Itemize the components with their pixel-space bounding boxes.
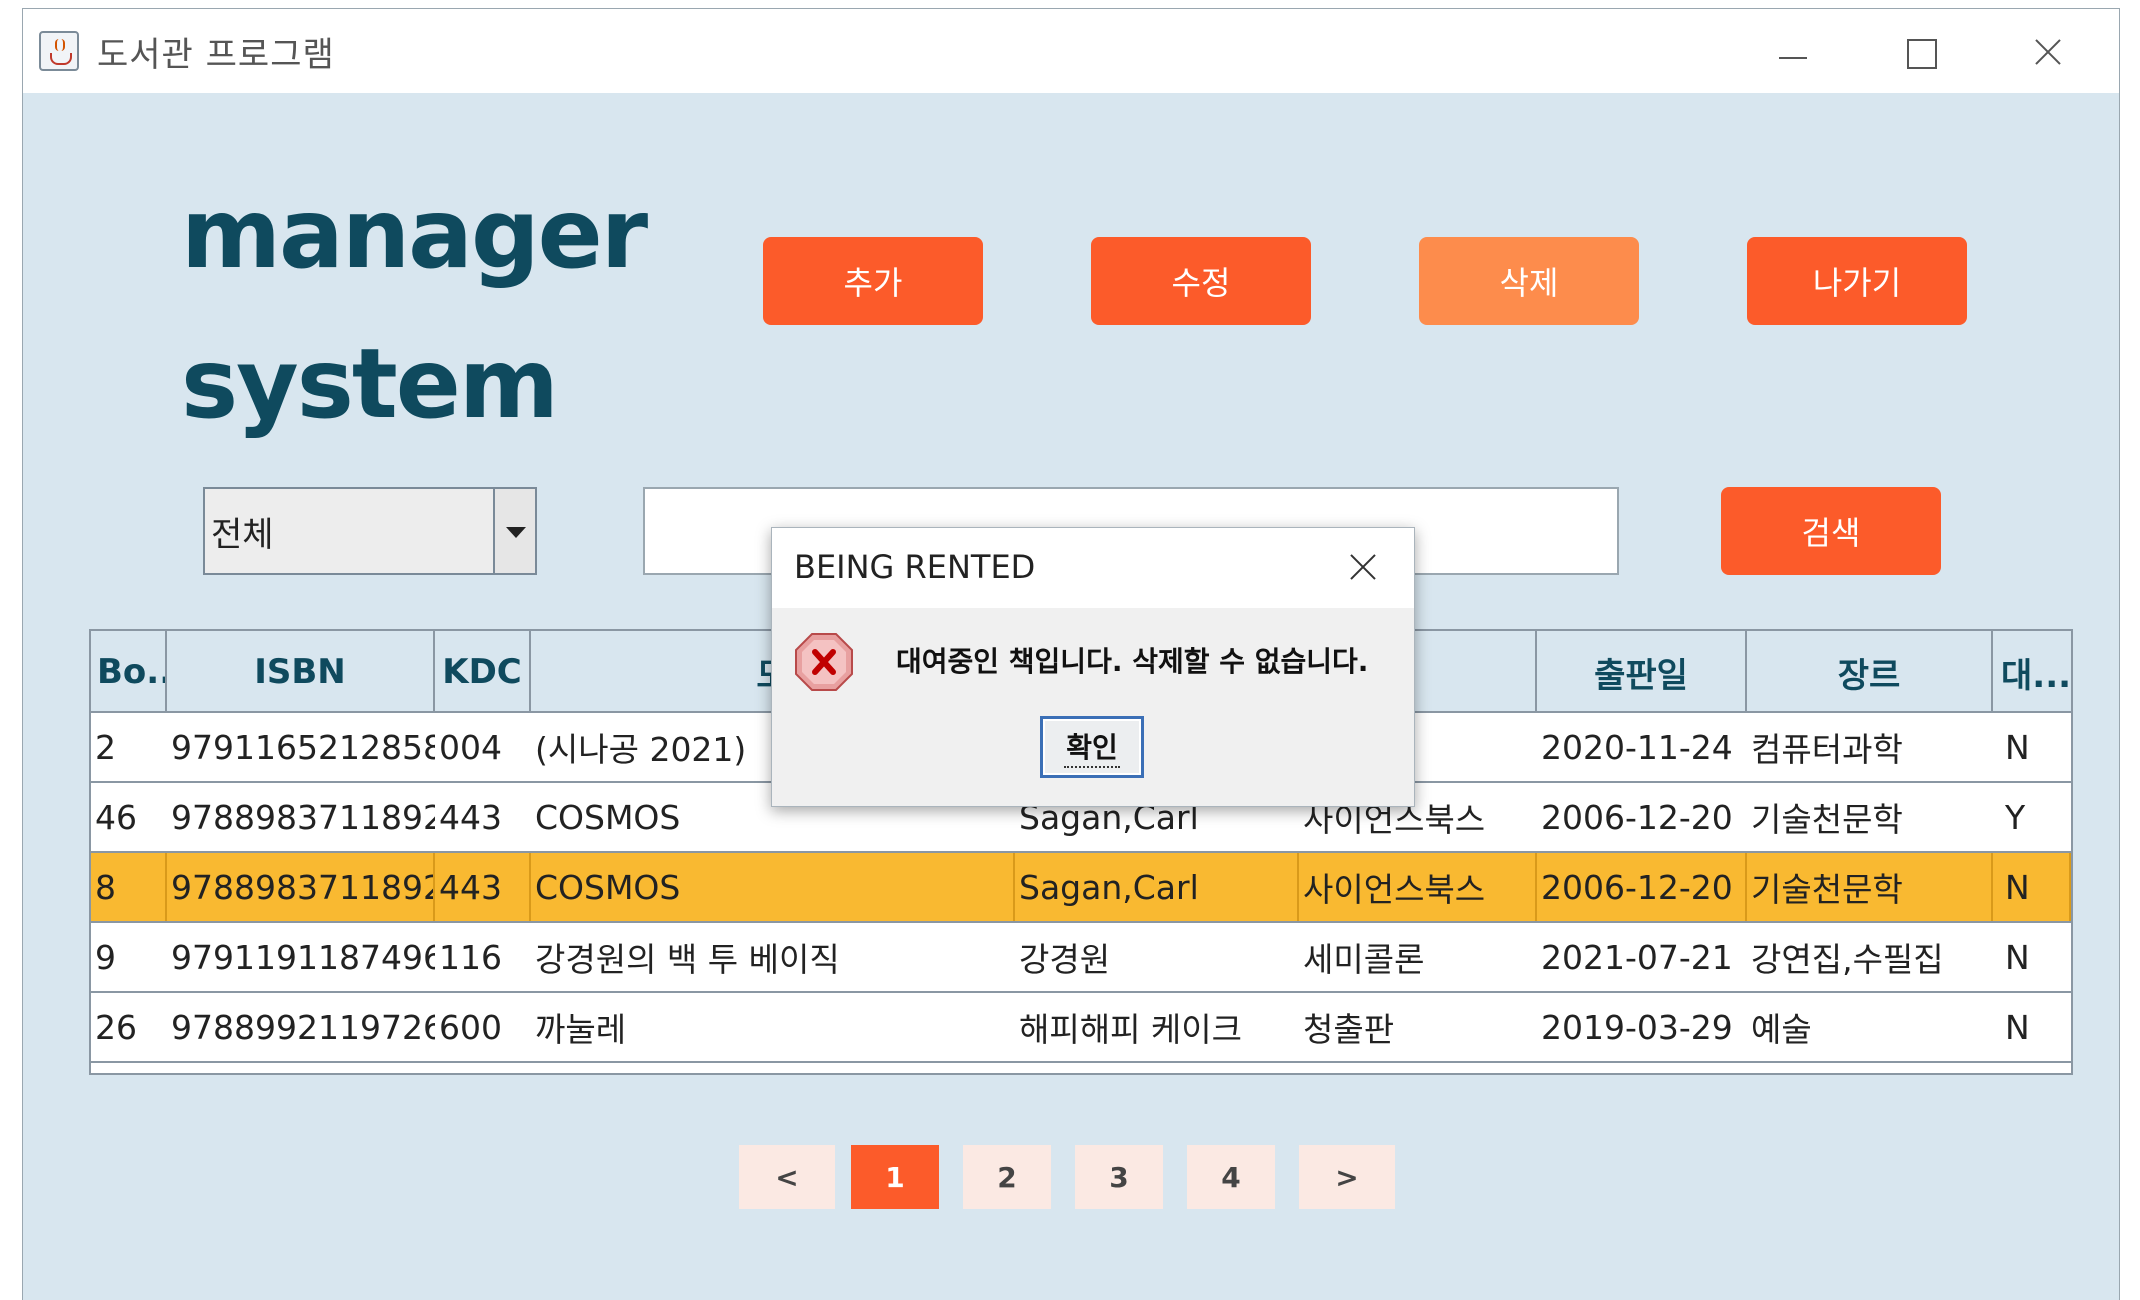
edit-button[interactable]: 수정 xyxy=(1091,237,1311,325)
table-cell: 세미콜론 xyxy=(1303,940,1425,979)
page-button[interactable]: 4 xyxy=(1187,1145,1275,1209)
table-cell: 116 xyxy=(439,937,502,977)
table-cell: 9788983711892 xyxy=(171,797,435,837)
table-cell: 004 xyxy=(439,727,502,767)
page-button[interactable]: 1 xyxy=(851,1145,939,1209)
table-cell: 443 xyxy=(439,797,502,837)
error-icon xyxy=(794,632,854,692)
table-row[interactable]: 9 9791191187496 116 강경원의 백 투 베이직 강경원 세미콜론 2021… xyxy=(91,923,2071,993)
table-cell: 9 xyxy=(95,937,116,977)
window-title: 도서관 프로그램 xyxy=(97,35,335,75)
table-cell: 8 xyxy=(91,853,167,921)
dialog-title: BEING RENTED xyxy=(794,548,1036,586)
table-cell: 443 xyxy=(435,853,531,921)
search-button[interactable]: 검색 xyxy=(1721,487,1941,575)
table-cell: 9791165212858 xyxy=(171,727,435,767)
table-cell: 청출판 xyxy=(1303,1010,1395,1049)
table-cell: 9788983711892 xyxy=(167,853,435,921)
ok-button-label: 확인 xyxy=(1064,726,1120,768)
brand-line-2: system xyxy=(181,328,559,440)
table-cell: 까눌레 xyxy=(535,1010,627,1049)
app-window: 도서관 프로그램 manager system 추가 수정 삭제 나가기 전체 … xyxy=(22,8,2120,1300)
delete-button[interactable]: 삭제 xyxy=(1419,237,1639,325)
table-cell: 컴퓨터과학 xyxy=(1751,730,1903,769)
table-cell: 강연집,수필집 xyxy=(1751,940,1944,979)
table-cell: 2006-12-20 xyxy=(1537,853,1747,921)
table-cell: COSMOS xyxy=(531,853,1015,921)
title-bar: 도서관 프로그램 xyxy=(23,9,2119,93)
column-header[interactable]: Bo... xyxy=(91,631,167,713)
exit-button[interactable]: 나가기 xyxy=(1747,237,1967,325)
table-row[interactable]: 26 9788992119726 600 까눌레 해피해피 케이크 청출판 2019-03-… xyxy=(91,993,2071,1063)
prev-page-button[interactable]: < xyxy=(739,1145,835,1209)
column-header[interactable]: ISBN xyxy=(167,631,435,713)
table-cell: 사이언스북스 xyxy=(1299,853,1537,921)
alert-dialog: BEING RENTED 대여중인 책입니다. 삭제할 수 없습니다. 확인 xyxy=(771,527,1415,807)
table-cell: N xyxy=(2005,1007,2030,1047)
brand-logo: manager system xyxy=(181,159,648,459)
table-cell: Y xyxy=(2005,797,2026,837)
column-header[interactable]: 장르 xyxy=(1747,631,1993,713)
minimize-icon[interactable] xyxy=(1761,27,1821,77)
table-cell: 강경원 xyxy=(1019,940,1111,979)
table-cell: 2 xyxy=(95,727,116,767)
category-select-value: 전체 xyxy=(211,515,274,555)
chevron-down-icon[interactable] xyxy=(493,489,535,573)
next-page-button[interactable]: > xyxy=(1299,1145,1395,1209)
column-header[interactable]: 출판일 xyxy=(1537,631,1747,713)
brand-line-1: manager xyxy=(181,178,648,290)
table-cell: 9791191187496 xyxy=(171,937,435,977)
table-cell: 2019-03-29 xyxy=(1541,1007,1733,1047)
table-cell: 해피해피 케이크 xyxy=(1019,1010,1243,1049)
table-cell: 9788992119726 xyxy=(171,1007,435,1047)
table-cell: 600 xyxy=(439,1007,502,1047)
table-cell: 강경원의 백 투 베이직 xyxy=(535,940,840,979)
page-button[interactable]: 2 xyxy=(963,1145,1051,1209)
table-cell: 2006-12-20 xyxy=(1541,797,1733,837)
add-button[interactable]: 추가 xyxy=(763,237,983,325)
column-header[interactable]: 대... xyxy=(1993,631,2071,713)
column-header[interactable]: KDC xyxy=(435,631,531,713)
table-row[interactable]: 8 9788983711892 443 COSMOS Sagan,Carl 사이언스북스 2… xyxy=(91,853,2071,923)
dialog-title-bar: BEING RENTED xyxy=(772,528,1414,608)
table-cell: 예술 xyxy=(1751,1010,1812,1049)
table-cell: 2020-11-24 xyxy=(1541,727,1733,767)
table-cell: N xyxy=(2005,937,2030,977)
java-icon xyxy=(39,31,79,71)
ok-button[interactable]: 확인 xyxy=(1040,716,1144,778)
table-cell: 46 xyxy=(95,797,137,837)
dialog-message: 대여중인 책입니다. 삭제할 수 없습니다. xyxy=(896,645,1369,678)
table-cell: Sagan,Carl xyxy=(1015,853,1299,921)
close-icon[interactable] xyxy=(2017,27,2077,77)
table-cell: 26 xyxy=(95,1007,137,1047)
close-icon[interactable] xyxy=(1344,548,1384,588)
table-cell: 기술천문학 xyxy=(1747,853,1993,921)
page-button[interactable]: 3 xyxy=(1075,1145,1163,1209)
table-cell: N xyxy=(1993,853,2071,921)
maximize-icon[interactable] xyxy=(1889,27,1949,77)
table-cell: 2021-07-21 xyxy=(1541,937,1733,977)
category-select[interactable]: 전체 xyxy=(203,487,537,575)
table-cell: 기술천문학 xyxy=(1751,800,1903,839)
table-cell: N xyxy=(2005,727,2030,767)
